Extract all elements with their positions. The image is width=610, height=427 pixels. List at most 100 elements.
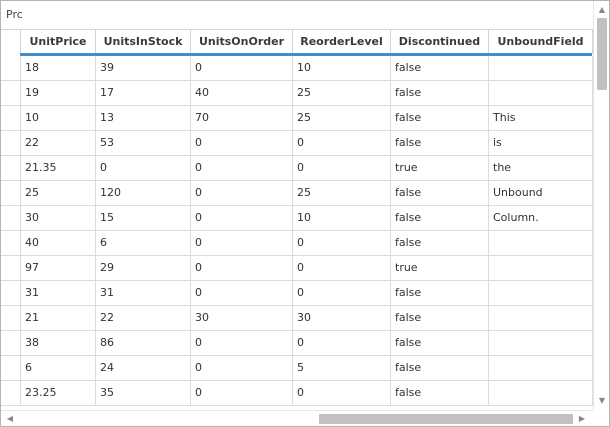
row-indicator[interactable] (1, 81, 21, 106)
table-cell[interactable]: false (391, 181, 489, 206)
table-cell[interactable]: 10 (293, 206, 391, 231)
table-cell[interactable]: 0 (191, 156, 293, 181)
row-indicator[interactable] (1, 181, 21, 206)
horizontal-scrollbar[interactable]: ◀ ▶ (1, 410, 593, 426)
table-cell[interactable]: 39 (96, 56, 191, 81)
table-cell[interactable] (489, 281, 593, 306)
table-cell[interactable]: false (391, 206, 489, 231)
table-cell[interactable]: false (391, 281, 489, 306)
table-cell[interactable]: 25 (21, 181, 96, 206)
table-row[interactable]: 21.35 0 0 0 true the (1, 156, 593, 181)
column-header-discontinued[interactable]: Discontinued (391, 30, 489, 54)
table-cell[interactable]: false (391, 331, 489, 356)
table-cell[interactable] (489, 256, 593, 281)
table-cell[interactable]: 31 (21, 281, 96, 306)
row-indicator[interactable] (1, 331, 21, 356)
table-cell[interactable]: 21 (21, 306, 96, 331)
scroll-left-icon[interactable]: ◀ (3, 411, 17, 426)
table-cell[interactable]: Unbound (489, 181, 593, 206)
table-cell[interactable]: 25 (293, 81, 391, 106)
table-row[interactable]: 6 24 0 5 false (1, 356, 593, 381)
table-cell[interactable]: 21.35 (21, 156, 96, 181)
row-indicator[interactable] (1, 381, 21, 406)
table-row[interactable]: 23.25 35 0 0 false (1, 381, 593, 406)
row-indicator[interactable] (1, 131, 21, 156)
table-cell[interactable]: 31 (96, 281, 191, 306)
row-indicator[interactable] (1, 206, 21, 231)
table-cell[interactable]: 0 (191, 331, 293, 356)
table-cell[interactable]: 23.25 (21, 381, 96, 406)
table-cell[interactable]: true (391, 256, 489, 281)
table-cell[interactable]: false (391, 81, 489, 106)
table-cell[interactable]: 0 (293, 156, 391, 181)
table-cell[interactable]: 0 (191, 56, 293, 81)
table-cell[interactable]: 53 (96, 131, 191, 156)
table-row[interactable]: 31 31 0 0 false (1, 281, 593, 306)
table-cell[interactable]: the (489, 156, 593, 181)
vertical-scrollbar[interactable]: ▲ ▼ (593, 1, 609, 410)
table-cell[interactable]: 0 (191, 181, 293, 206)
table-cell[interactable]: 35 (96, 381, 191, 406)
table-cell[interactable]: 0 (191, 231, 293, 256)
row-indicator[interactable] (1, 281, 21, 306)
table-cell[interactable]: 0 (96, 156, 191, 181)
table-row[interactable]: 25 120 0 25 false Unbound (1, 181, 593, 206)
table-cell[interactable]: 25 (293, 181, 391, 206)
table-cell[interactable]: 13 (96, 106, 191, 131)
table-row[interactable]: 38 86 0 0 false (1, 331, 593, 356)
table-cell[interactable]: 97 (21, 256, 96, 281)
table-cell[interactable]: 18 (21, 56, 96, 81)
row-indicator[interactable] (1, 106, 21, 131)
table-cell[interactable]: 29 (96, 256, 191, 281)
table-cell[interactable]: 70 (191, 106, 293, 131)
vertical-scroll-thumb[interactable] (597, 18, 607, 90)
table-cell[interactable]: false (391, 231, 489, 256)
table-cell[interactable] (489, 81, 593, 106)
table-row[interactable]: 10 13 70 25 false This (1, 106, 593, 131)
table-cell[interactable]: 30 (191, 306, 293, 331)
column-header-unitsinstock[interactable]: UnitsInStock (96, 30, 191, 54)
table-cell[interactable]: 17 (96, 81, 191, 106)
table-cell[interactable]: false (391, 356, 489, 381)
group-by-panel[interactable]: Prc (1, 1, 593, 29)
table-cell[interactable]: 5 (293, 356, 391, 381)
table-cell[interactable]: 22 (21, 131, 96, 156)
row-indicator[interactable] (1, 231, 21, 256)
table-row[interactable]: 19 17 40 25 false (1, 81, 593, 106)
table-cell[interactable]: Column. (489, 206, 593, 231)
row-indicator[interactable] (1, 56, 21, 81)
table-cell[interactable]: 0 (293, 281, 391, 306)
table-cell[interactable] (489, 306, 593, 331)
table-cell[interactable]: 30 (21, 206, 96, 231)
table-cell[interactable]: 6 (96, 231, 191, 256)
table-cell[interactable] (489, 56, 593, 81)
table-cell[interactable]: 86 (96, 331, 191, 356)
scroll-right-icon[interactable]: ▶ (575, 411, 589, 426)
table-row[interactable]: 30 15 0 10 false Column. (1, 206, 593, 231)
horizontal-scroll-thumb[interactable] (319, 414, 573, 424)
table-cell[interactable] (489, 231, 593, 256)
row-indicator[interactable] (1, 306, 21, 331)
scroll-up-icon[interactable]: ▲ (594, 3, 609, 17)
table-row[interactable]: 40 6 0 0 false (1, 231, 593, 256)
table-cell[interactable]: 0 (191, 131, 293, 156)
table-cell[interactable]: 0 (293, 231, 391, 256)
column-header-unboundfield[interactable]: UnboundField (489, 30, 593, 54)
column-header-reorderlevel[interactable]: ReorderLevel (293, 30, 391, 54)
table-row[interactable]: 18 39 0 10 false (1, 56, 593, 81)
table-cell[interactable]: 19 (21, 81, 96, 106)
column-header-unitprice[interactable]: UnitPrice (21, 30, 96, 54)
table-cell[interactable]: 22 (96, 306, 191, 331)
table-cell[interactable]: 38 (21, 331, 96, 356)
table-cell[interactable]: 40 (21, 231, 96, 256)
table-cell[interactable]: 10 (293, 56, 391, 81)
table-cell[interactable]: 0 (293, 381, 391, 406)
table-cell[interactable]: false (391, 381, 489, 406)
table-cell[interactable]: 25 (293, 106, 391, 131)
table-cell[interactable]: false (391, 306, 489, 331)
table-cell[interactable]: is (489, 131, 593, 156)
table-cell[interactable] (489, 331, 593, 356)
table-cell[interactable]: 0 (191, 281, 293, 306)
table-cell[interactable]: 0 (293, 131, 391, 156)
table-cell[interactable]: 0 (191, 256, 293, 281)
